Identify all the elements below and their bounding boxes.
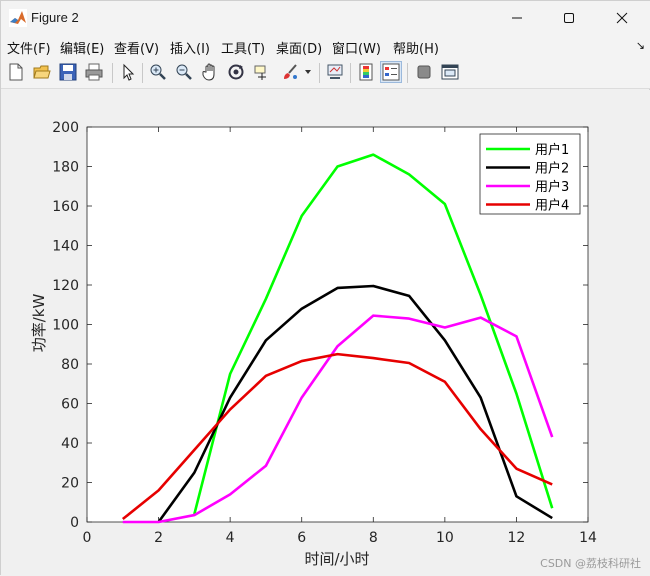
open-file-icon — [33, 65, 51, 79]
menu-bar: 文件(F) 编辑(E) 查看(V) 插入(I) 工具(T) 桌面(D) 窗口(W… — [1, 35, 650, 57]
toolbar-separator — [112, 63, 113, 83]
toolbar — [1, 57, 650, 89]
dock-arrow-icon[interactable]: ↘ — [636, 39, 645, 52]
y-tick-label: 40 — [61, 436, 79, 452]
link-plot-button[interactable] — [324, 61, 346, 83]
pointer-button[interactable] — [117, 61, 139, 83]
zoom-in-button[interactable] — [147, 61, 169, 83]
x-tick-label: 6 — [297, 530, 306, 546]
x-tick-label: 12 — [508, 530, 526, 546]
x-tick-label: 2 — [154, 530, 163, 546]
menu-help[interactable]: 帮助(H) — [393, 38, 439, 57]
y-tick-label: 0 — [70, 515, 79, 531]
y-tick-label: 180 — [52, 160, 79, 176]
show-plot-tools-icon — [441, 64, 459, 80]
toolbar-separator — [319, 63, 320, 83]
show-plot-tools-button[interactable] — [439, 61, 461, 83]
toolbar-separator — [142, 63, 143, 83]
brush-icon — [284, 64, 297, 79]
toolbar-separator — [407, 63, 408, 83]
colorbar-button[interactable] — [355, 61, 377, 83]
y-tick-label: 20 — [61, 476, 79, 492]
maximize-icon — [564, 13, 574, 23]
close-button[interactable] — [599, 1, 645, 35]
legend-icon — [382, 63, 400, 81]
pan-icon — [202, 63, 215, 81]
y-tick-label: 120 — [52, 278, 79, 294]
menu-file[interactable]: 文件(F) — [7, 38, 51, 57]
zoom-in-icon — [150, 64, 166, 80]
maximize-button[interactable] — [546, 1, 592, 35]
link-plot-icon — [327, 64, 343, 79]
legend-label-3: 用户3 — [535, 179, 569, 195]
new-figure-icon — [9, 63, 23, 81]
chevron-down-icon — [305, 70, 311, 74]
y-tick-label: 200 — [52, 120, 79, 136]
save-icon — [59, 63, 77, 81]
window-title: Figure 2 — [31, 10, 79, 25]
zoom-out-button[interactable] — [173, 61, 195, 83]
x-tick-label: 14 — [579, 530, 597, 546]
figure-window: Figure 2 文件(F) 编辑(E) 查看(V) 插入(I) 工具(T) 桌… — [0, 0, 650, 576]
x-tick-label: 10 — [436, 530, 454, 546]
legend-label-2: 用户2 — [535, 161, 569, 177]
matlab-logo-icon — [9, 9, 27, 27]
menu-insert[interactable]: 插入(I) — [170, 38, 210, 57]
y-axis-label: 功率/kW — [30, 294, 48, 353]
save-button[interactable] — [57, 61, 79, 83]
hide-plot-tools-icon — [417, 65, 431, 79]
legend-label-1: 用户1 — [535, 142, 569, 158]
x-axis-label: 时间/小时 — [304, 550, 369, 568]
minimize-icon — [512, 17, 522, 19]
menu-tools[interactable]: 工具(T) — [221, 38, 265, 57]
y-tick-label: 60 — [61, 397, 79, 413]
title-bar: Figure 2 — [1, 1, 650, 35]
rotate-3d-icon — [228, 64, 244, 80]
rotate-3d-button[interactable] — [225, 61, 247, 83]
line-chart: 0 2 4 6 8 10 12 14020406080100120140160180200 时… — [30, 120, 597, 568]
menu-window[interactable]: 窗口(W) — [332, 38, 381, 57]
hide-plot-tools-button[interactable] — [413, 61, 435, 83]
menu-view[interactable]: 查看(V) — [114, 38, 159, 57]
toolbar-separator — [350, 63, 351, 83]
brush-button[interactable] — [279, 61, 301, 83]
new-figure-button[interactable] — [5, 61, 27, 83]
x-tick-label: 8 — [369, 530, 378, 546]
y-tick-label: 160 — [52, 199, 79, 215]
print-button[interactable] — [83, 61, 105, 83]
zoom-out-icon — [176, 64, 192, 80]
data-cursor-icon — [254, 65, 266, 80]
print-icon — [85, 63, 103, 81]
figure-canvas: 0 2 4 6 8 10 12 14 0 20 40 60 80 100 120 140 160 180 200 时… — [1, 90, 650, 576]
pan-button[interactable] — [199, 61, 221, 83]
brush-dropdown-button[interactable] — [301, 61, 315, 83]
close-icon — [616, 12, 628, 24]
y-tick-label: 140 — [52, 239, 79, 255]
data-cursor-button[interactable] — [251, 61, 273, 83]
legend-label-4: 用户4 — [535, 198, 569, 214]
menu-edit[interactable]: 编辑(E) — [60, 38, 104, 57]
colorbar-icon — [359, 63, 373, 81]
minimize-button[interactable] — [494, 1, 540, 35]
x-tick-label: 4 — [226, 530, 235, 546]
watermark-text: CSDN @荔枝科研社 — [540, 557, 641, 570]
open-file-button[interactable] — [31, 61, 53, 83]
pointer-icon — [123, 63, 135, 81]
y-tick-label: 100 — [52, 318, 79, 334]
chart-legend[interactable]: 用户1 用户2 用户3 用户4 — [479, 133, 581, 215]
y-tick-label: 80 — [61, 357, 79, 373]
legend-button[interactable] — [380, 61, 402, 83]
menu-desktop[interactable]: 桌面(D) — [276, 38, 322, 57]
x-tick-label: 0 — [83, 530, 92, 546]
